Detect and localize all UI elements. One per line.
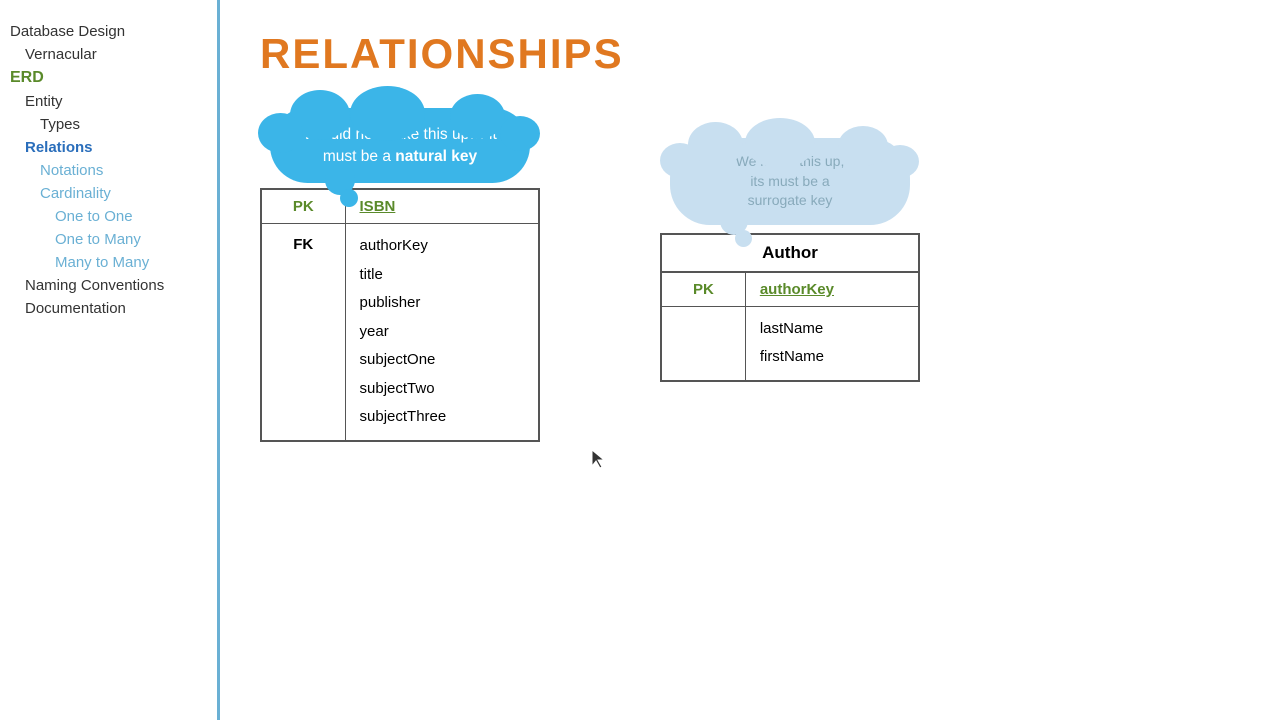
- right-cloud-bump-mr: [881, 145, 919, 178]
- main-content: RELATIONSHIPS We did not make this up… i…: [220, 0, 1280, 720]
- right-cloud-shape: We made this up, its must be a surrogate…: [670, 138, 910, 225]
- cloud-bump-tr: [450, 94, 505, 139]
- field-authorkey: authorKey: [360, 232, 524, 261]
- sidebar-item-types[interactable]: Types: [10, 113, 207, 136]
- page-title: RELATIONSHIPS: [260, 30, 1240, 78]
- sidebar-item-documentation[interactable]: Documentation: [10, 297, 207, 320]
- right-table-header: Author: [661, 234, 919, 272]
- right-cloud-bump-ml: [660, 143, 700, 178]
- left-table-fk-label: FK: [261, 224, 345, 441]
- natural-key-highlight: natural key: [395, 148, 477, 165]
- field-subjectone: subjectOne: [360, 346, 524, 375]
- sidebar-item-many-to-many[interactable]: Many to Many: [10, 251, 207, 274]
- cloud-bump-mr: [500, 116, 540, 151]
- field-publisher: publisher: [360, 289, 524, 318]
- right-cloud-tail2: [735, 230, 752, 247]
- sidebar-item-cardinality[interactable]: Cardinality: [10, 182, 207, 205]
- mouse-cursor: [590, 448, 608, 466]
- field-firstname: firstName: [760, 343, 904, 372]
- field-year: year: [360, 318, 524, 347]
- cloud-bump-tm: [350, 86, 425, 141]
- field-title: title: [360, 261, 524, 290]
- left-table-pk-label: PK: [261, 189, 345, 224]
- sidebar-item-relations[interactable]: Relations: [10, 136, 207, 159]
- sidebar-item-entity[interactable]: Entity: [10, 90, 207, 113]
- content-area: We did not make this up… it must be a na…: [260, 108, 1240, 442]
- right-table: Author PK authorKey lastName firstName: [660, 233, 920, 382]
- right-table-pk-label: PK: [661, 272, 745, 307]
- left-table: PK ISBN FK authorKey title publisher yea…: [260, 188, 540, 442]
- sidebar-item-erd[interactable]: ERD: [10, 66, 207, 90]
- sidebar-item-naming-conventions[interactable]: Naming Conventions: [10, 274, 207, 297]
- left-cloud-shape: We did not make this up… it must be a na…: [270, 108, 530, 183]
- right-table-empty-cell: [661, 306, 745, 381]
- sidebar: Database Design Vernacular ERD Entity Ty…: [0, 0, 220, 720]
- left-section: We did not make this up… it must be a na…: [260, 108, 540, 442]
- right-table-pk-value: authorKey: [745, 272, 919, 307]
- left-cloud: We did not make this up… it must be a na…: [270, 108, 530, 183]
- right-cloud: We made this up, its must be a surrogate…: [670, 138, 910, 225]
- right-section: We made this up, its must be a surrogate…: [660, 138, 920, 382]
- cloud-bump-ml: [258, 113, 303, 153]
- field-subjecttwo: subjectTwo: [360, 375, 524, 404]
- sidebar-item-notations[interactable]: Notations: [10, 159, 207, 182]
- sidebar-item-database-design[interactable]: Database Design: [10, 20, 207, 43]
- right-table-fields: lastName firstName: [745, 306, 919, 381]
- left-table-fields: authorKey title publisher year subjectOn…: [345, 224, 539, 441]
- sidebar-item-vernacular[interactable]: Vernacular: [10, 43, 207, 66]
- field-subjectthree: subjectThree: [360, 403, 524, 432]
- sidebar-item-one-to-many[interactable]: One to Many: [10, 228, 207, 251]
- field-lastname: lastName: [760, 315, 904, 344]
- left-table-pk-value: ISBN: [345, 189, 539, 224]
- sidebar-item-one-to-one[interactable]: One to One: [10, 205, 207, 228]
- right-cloud-bump-tm: [745, 118, 815, 168]
